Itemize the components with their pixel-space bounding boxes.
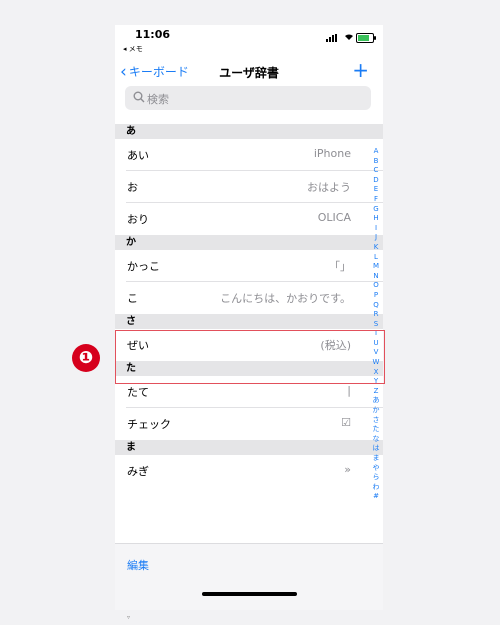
- word: チェック: [127, 418, 171, 431]
- index-letter[interactable]: A: [371, 147, 381, 157]
- index-letter[interactable]: ら: [371, 473, 381, 483]
- index-letter[interactable]: K: [371, 243, 381, 253]
- index-letter[interactable]: G: [371, 205, 381, 215]
- list-item[interactable]: お おはよう: [126, 171, 383, 203]
- status-bar: 11:06 ◂ メモ: [115, 25, 383, 55]
- index-letter[interactable]: は: [371, 444, 381, 454]
- index-letter[interactable]: か: [371, 406, 381, 416]
- list-item[interactable]: かっこ 「」: [126, 250, 383, 282]
- reading: こんにちは、かおりです。: [220, 292, 351, 305]
- word: みぎ: [127, 465, 149, 478]
- index-letter[interactable]: F: [371, 195, 381, 205]
- section-header-sa: さ: [115, 314, 383, 329]
- index-letter[interactable]: L: [371, 253, 381, 263]
- index-letter[interactable]: C: [371, 166, 381, 176]
- word: おり: [127, 213, 149, 226]
- signal-icon: [326, 34, 340, 42]
- index-letter[interactable]: さ: [371, 416, 381, 426]
- search-placeholder: 検索: [147, 93, 169, 106]
- word: たて: [127, 386, 149, 399]
- index-letter[interactable]: B: [371, 157, 381, 167]
- reading: 「」: [329, 260, 351, 273]
- step-number-badge: ❶: [72, 344, 100, 372]
- index-letter[interactable]: あ: [371, 396, 381, 406]
- list-item[interactable]: こ こんにちは、かおりです。: [126, 282, 383, 314]
- word: こ: [127, 292, 138, 305]
- bottom-toolbar: 編集: [115, 543, 383, 610]
- index-letter[interactable]: た: [371, 425, 381, 435]
- reading: おはよう: [307, 181, 351, 194]
- index-letter[interactable]: O: [371, 281, 381, 291]
- index-letter[interactable]: な: [371, 435, 381, 445]
- reading: |: [347, 384, 351, 397]
- index-letter[interactable]: ま: [371, 454, 381, 464]
- index-letter[interactable]: Q: [371, 301, 381, 311]
- index-letter[interactable]: E: [371, 185, 381, 195]
- reading: OLICA: [317, 211, 351, 224]
- navigation-bar: ‹ キーボード ユーザ辞書 +: [115, 58, 383, 83]
- search-field[interactable]: 検索: [125, 86, 371, 110]
- word: かっこ: [127, 260, 160, 273]
- index-letter[interactable]: I: [371, 224, 381, 234]
- section-header-ka: か: [115, 235, 383, 250]
- index-letter[interactable]: や: [371, 464, 381, 474]
- back-to-app-link[interactable]: ◂ メモ: [123, 44, 143, 54]
- wifi-icon: [345, 34, 353, 40]
- dictionary-list: あ あい iPhone お おはよう おり OLICA か かっこ 「」 こ こ…: [115, 124, 383, 487]
- index-letter[interactable]: #: [371, 492, 381, 502]
- battery-icon: [356, 33, 376, 43]
- index-letter[interactable]: J: [371, 233, 381, 243]
- index-letter[interactable]: R: [371, 310, 381, 320]
- word: お: [127, 181, 138, 194]
- page-title: ユーザ辞書: [219, 66, 279, 80]
- highlight-box: [115, 330, 385, 384]
- section-header-a: あ: [115, 124, 383, 139]
- index-letter[interactable]: わ: [371, 483, 381, 493]
- list-item[interactable]: おり OLICA: [126, 203, 383, 235]
- index-letter[interactable]: S: [371, 320, 381, 330]
- word: あい: [127, 149, 149, 162]
- index-letter[interactable]: N: [371, 272, 381, 282]
- phone-screen: 11:06 ◂ メモ ‹ キーボード ユーザ辞書 + 検索 あ あい iPhone: [115, 25, 383, 610]
- status-time: 11:06: [135, 28, 171, 41]
- reading: »: [344, 463, 351, 476]
- index-letter[interactable]: D: [371, 176, 381, 186]
- home-indicator[interactable]: [202, 592, 297, 596]
- index-letter[interactable]: M: [371, 262, 381, 272]
- reading: ☑: [341, 416, 351, 429]
- list-item[interactable]: チェック ☑: [126, 408, 383, 440]
- edit-button[interactable]: 編集: [127, 557, 149, 573]
- index-letter[interactable]: P: [371, 291, 381, 301]
- caret-mark: ▿: [127, 614, 131, 621]
- search-icon: [133, 91, 145, 103]
- section-header-ma: ま: [115, 440, 383, 455]
- reading: iPhone: [313, 147, 351, 160]
- section-index-bar[interactable]: A B C D E F G H I J K L M N O P Q R S T U V W X Y Z あかさたなはまやらわ #: [371, 147, 381, 502]
- list-item[interactable]: みぎ »: [126, 455, 383, 487]
- add-button[interactable]: +: [352, 58, 369, 82]
- index-letter[interactable]: H: [371, 214, 381, 224]
- list-item[interactable]: あい iPhone: [126, 139, 383, 171]
- index-letter[interactable]: Z: [371, 387, 381, 397]
